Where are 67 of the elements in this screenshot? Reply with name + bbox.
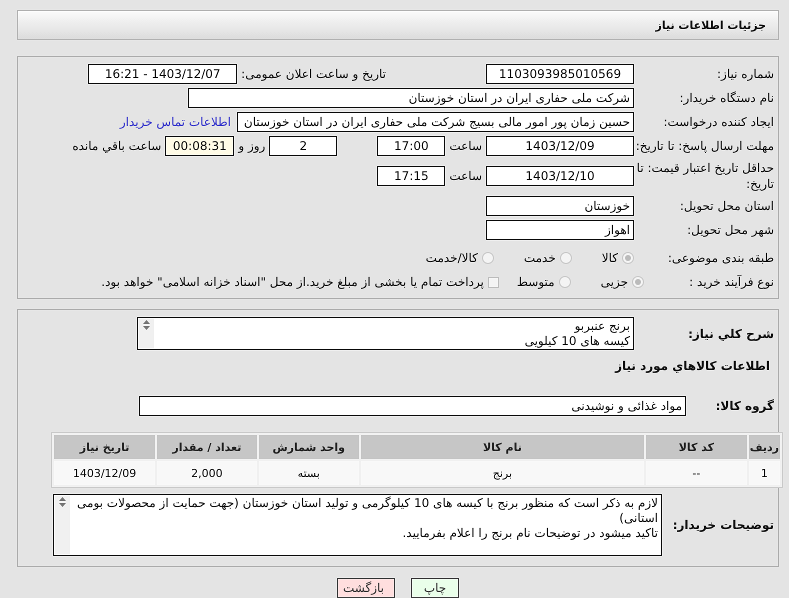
text-field[interactable]: حسین زمان پور امور مالی بسیج شرکت ملی حفاری ایران در استان خوزستان xyxy=(237,112,634,132)
text-paragraph: لازم به ذکر است که منظور برنج با کیسه های 10 کیلوگرمی و تولید استان خوزستان (جهت حمایت از محصولات بومی استانی) xyxy=(76,496,658,526)
table-cell: بسته xyxy=(258,461,359,485)
field-label: جزیی xyxy=(600,275,628,289)
field-label: پرداخت تمام یا بخشی از مبلغ خرید.از محل "اسناد خزانه اسلامی" خواهد بود. xyxy=(101,275,484,289)
column-header: واحد شمارش xyxy=(258,435,359,459)
field-label: کالا/خدمت xyxy=(426,251,478,265)
table-cell: 1 xyxy=(748,461,780,485)
field-label: نام دستگاه خریدار: xyxy=(678,90,774,106)
table-cell: برنج xyxy=(360,461,644,485)
text-line: برنج عنبربو xyxy=(573,319,630,334)
field-label: شماره نیاز: xyxy=(716,66,774,82)
field-label: شهر محل تحویل: xyxy=(686,222,774,238)
table-cell: 2,000 xyxy=(157,461,257,485)
column-header: نام کالا xyxy=(360,435,644,459)
column-header: کد کالا xyxy=(646,435,747,459)
text-area[interactable]: برنج عنبربو کیسه های 10 کیلویی xyxy=(137,317,634,350)
column-header: تاریخ نیاز xyxy=(54,435,156,459)
field-label: مهلت ارسال پاسخ: تا تاریخ: xyxy=(634,138,774,154)
text-field[interactable]: 1403/12/09 xyxy=(486,136,634,156)
field-label: تاریخ و ساعت اعلان عمومی: xyxy=(241,67,386,81)
text-field[interactable]: مواد غذائی و نوشیدنی xyxy=(139,396,686,416)
field-label: شرح کلي نیاز: xyxy=(687,326,774,342)
scroll-arrows-icon[interactable] xyxy=(58,497,66,507)
radio-button[interactable] xyxy=(482,252,494,264)
field-label: ساعت باقي مانده xyxy=(72,139,162,153)
text-field[interactable]: 00:08:31 xyxy=(165,136,234,156)
page-title: جزئیات اطلاعات نیاز xyxy=(656,18,766,32)
field-label: نوع فرآیند خرید : xyxy=(688,274,774,290)
radio-button[interactable] xyxy=(558,276,571,288)
text-field[interactable]: 1403/12/07 - 16:21 xyxy=(88,64,238,84)
print-button[interactable]: چاپ xyxy=(411,578,459,598)
text-field[interactable]: 17:00 xyxy=(377,136,446,156)
text-field[interactable]: 17:15 xyxy=(377,166,446,186)
field-label: توضیحات خریدار: xyxy=(672,517,774,533)
contact-link[interactable]: اطلاعات تماس خریدار xyxy=(120,115,231,129)
field-label: حداقل تاریخ اعتبار قیمت: تا تاریخ: xyxy=(636,160,774,192)
back-button[interactable]: بازگشت xyxy=(337,578,395,598)
field-label: متوسط xyxy=(516,275,555,289)
field-label: طبقه بندی موضوعی: xyxy=(666,250,774,266)
field-label: کالا xyxy=(602,251,618,265)
table-cell: 1403/12/09 xyxy=(54,461,156,485)
table-cell: -- xyxy=(646,461,747,485)
field-label: ساعت xyxy=(449,169,482,183)
column-header: ردیف xyxy=(748,435,780,459)
field-label: ساعت xyxy=(449,139,482,153)
checkbox[interactable] xyxy=(488,276,499,288)
text-field[interactable]: 2 xyxy=(269,136,338,156)
text-field[interactable]: شرکت ملی حفاری ایران در استان خوزستان xyxy=(188,88,634,108)
field-label: گروه کالا: xyxy=(714,398,774,414)
text-area[interactable]: لازم به ذکر است که منظور برنج با کیسه های 10 کیلوگرمی و تولید استان خوزستان (جهت حمایت از محصولات بومی استانی) تاکید میشود در توضیحات نام برنج را اعلام بفرمایید. xyxy=(53,494,662,556)
radio-button[interactable] xyxy=(632,276,644,288)
section-heading: اطلاعات کالاهاي مورد نیاز xyxy=(615,359,770,373)
scroll-arrows-icon[interactable] xyxy=(142,320,150,330)
field-label: روز و xyxy=(238,139,266,153)
column-header: تعداد / مقدار xyxy=(157,435,257,459)
text-field[interactable]: اهواز xyxy=(486,220,634,240)
text-paragraph: تاکید میشود در توضیحات نام برنج را اعلام بفرمایید. xyxy=(401,526,658,541)
text-field[interactable]: 1403/12/10 xyxy=(486,166,634,186)
text-field[interactable]: 1103093985010569 xyxy=(486,64,634,84)
field-label: ایجاد کننده درخواست: xyxy=(662,114,774,130)
field-label: خدمت xyxy=(524,251,556,265)
text-field[interactable]: خوزستان xyxy=(486,196,634,216)
text-line: کیسه های 10 کیلویی xyxy=(524,334,630,349)
field-label: استان محل تحویل: xyxy=(678,198,774,214)
radio-button[interactable] xyxy=(560,252,572,264)
radio-button[interactable] xyxy=(622,252,634,264)
